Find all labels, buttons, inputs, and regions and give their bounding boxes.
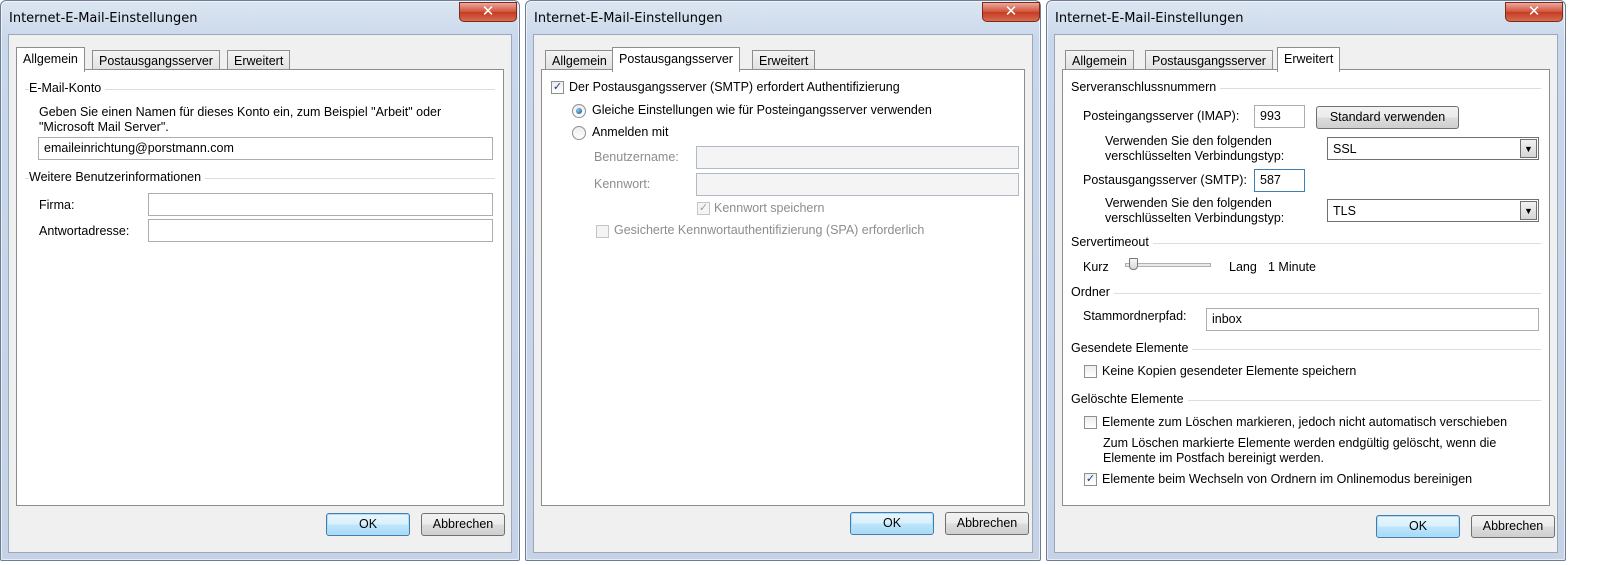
group-title-deleted-items: Gelöschte Elemente — [1071, 392, 1188, 406]
tab-panel-advanced: Serveranschlussnummern Posteingangsserve… — [1062, 69, 1550, 506]
title-bar[interactable]: Internet-E-Mail-Einstellungen ✕ — [1047, 1, 1565, 35]
ok-button[interactable]: OK — [850, 512, 934, 535]
tab-outgoing-server[interactable]: Postausgangsserver — [1145, 50, 1273, 71]
group-title-server-ports: Serveranschlussnummern — [1071, 80, 1221, 94]
group-title-folders: Ordner — [1071, 285, 1114, 299]
smtp-auth-checkbox[interactable]: ✓ — [551, 81, 564, 94]
mark-delete-note: Zum Löschen markierte Elemente werden en… — [1103, 436, 1497, 465]
root-folder-label: Stammordnerpfad: — [1083, 309, 1187, 323]
timeout-slider-track[interactable] — [1125, 263, 1211, 267]
root-folder-input[interactable]: inbox — [1206, 308, 1539, 331]
ok-button[interactable]: OK — [326, 513, 410, 536]
mark-delete-label[interactable]: Elemente zum Löschen markieren, jedoch n… — [1102, 415, 1507, 429]
title-bar[interactable]: Internet-E-Mail-Einstellungen ✕ — [526, 1, 1040, 35]
timeout-value: 1 Minute — [1268, 260, 1316, 274]
smtp-port-label: Postausgangsserver (SMTP): — [1083, 173, 1247, 187]
smtp-encryption-select[interactable]: TLS ▼ — [1327, 199, 1539, 222]
chevron-down-icon[interactable]: ▼ — [1520, 201, 1537, 220]
purge-online-label[interactable]: Elemente beim Wechseln von Ordnern im On… — [1102, 472, 1472, 486]
smtp-encryption-label: Verwenden Sie den folgenden verschlüssel… — [1105, 196, 1285, 225]
close-icon[interactable]: ✕ — [459, 2, 517, 22]
tab-general[interactable]: Allgemein — [16, 47, 85, 72]
tab-outgoing-server[interactable]: Postausgangsserver — [612, 47, 740, 72]
spa-checkbox[interactable] — [596, 225, 609, 238]
tab-panel-outgoing-server: ✓ Der Postausgangsserver (SMTP) erforder… — [541, 69, 1025, 506]
use-default-button[interactable]: Standard verwenden — [1316, 106, 1459, 129]
company-input[interactable] — [148, 193, 493, 216]
imap-port-input[interactable]: 993 — [1254, 105, 1305, 128]
dialog-outgoing-server: Internet-E-Mail-Einstellungen ✕ Allgemei… — [525, 0, 1041, 561]
group-divider — [1071, 293, 1541, 294]
account-name-input[interactable]: emaileinrichtung@porstmann.com — [38, 137, 493, 160]
imap-encryption-value: SSL — [1333, 142, 1357, 156]
reply-address-input[interactable] — [148, 219, 493, 242]
group-title-sent-items: Gesendete Elemente — [1071, 341, 1193, 355]
ok-button[interactable]: OK — [1376, 515, 1460, 538]
dialog-client-area: Allgemein Postausgangsserver Erweitert E… — [8, 34, 512, 553]
no-sent-copies-label[interactable]: Keine Kopien gesendeter Elemente speiche… — [1102, 364, 1356, 378]
chevron-down-icon[interactable]: ▼ — [1520, 139, 1537, 158]
password-input[interactable] — [696, 173, 1019, 196]
group-title-user-info: Weitere Benutzerinformationen — [29, 170, 206, 184]
same-settings-label[interactable]: Gleiche Einstellungen wie für Posteingan… — [592, 103, 932, 117]
reply-address-label: Antwortadresse: — [39, 224, 130, 238]
timeout-slider-thumb[interactable] — [1128, 258, 1138, 270]
tab-general[interactable]: Allgemein — [1065, 50, 1134, 71]
tab-outgoing-server[interactable]: Postausgangsserver — [92, 50, 220, 71]
imap-encryption-label: Verwenden Sie den folgenden verschlüssel… — [1105, 134, 1285, 163]
close-icon[interactable]: ✕ — [1505, 2, 1563, 22]
cancel-button[interactable]: Abbrechen — [1471, 515, 1555, 538]
account-description: Geben Sie einen Namen für dieses Konto e… — [39, 105, 442, 134]
smtp-port-input[interactable]: 587 — [1254, 169, 1305, 192]
tab-general[interactable]: Allgemein — [545, 50, 614, 71]
spa-label[interactable]: Gesicherte Kennwortauthentifizierung (SP… — [614, 223, 924, 237]
no-sent-copies-checkbox[interactable] — [1084, 365, 1097, 378]
mark-delete-checkbox[interactable] — [1084, 416, 1097, 429]
smtp-encryption-value: TLS — [1333, 204, 1356, 218]
username-label: Benutzername: — [594, 150, 679, 164]
remember-password-checkbox[interactable]: ✓ — [697, 202, 710, 215]
imap-encryption-select[interactable]: SSL ▼ — [1327, 137, 1539, 160]
smtp-auth-label[interactable]: Der Postausgangsserver (SMTP) erfordert … — [569, 80, 900, 94]
remember-password-label[interactable]: Kennwort speichern — [714, 201, 824, 215]
username-input[interactable] — [696, 146, 1019, 169]
login-with-radio[interactable] — [572, 126, 586, 140]
login-with-label[interactable]: Anmelden mit — [592, 125, 668, 139]
purge-online-checkbox[interactable]: ✓ — [1084, 473, 1097, 486]
title-bar[interactable]: Internet-E-Mail-Einstellungen ✕ — [1, 1, 519, 35]
tab-advanced[interactable]: Erweitert — [227, 50, 291, 71]
dialog-client-area: Allgemein Postausgangsserver Erweitert S… — [1054, 34, 1558, 553]
tab-panel-general: E-Mail-Konto Geben Sie einen Namen für d… — [16, 69, 504, 506]
window-title: Internet-E-Mail-Einstellungen — [1055, 11, 1244, 26]
close-icon[interactable]: ✕ — [982, 2, 1040, 22]
cancel-button[interactable]: Abbrechen — [421, 513, 505, 536]
same-settings-radio[interactable] — [572, 104, 586, 118]
dialog-client-area: Allgemein Postausgangsserver Erweitert ✓… — [533, 34, 1033, 553]
window-title: Internet-E-Mail-Einstellungen — [9, 11, 198, 26]
group-title-email-account: E-Mail-Konto — [29, 81, 106, 95]
timeout-short-label: Kurz — [1083, 260, 1109, 274]
company-label: Firma: — [39, 198, 75, 212]
dialog-advanced: Internet-E-Mail-Einstellungen ✕ Allgemei… — [1046, 0, 1566, 561]
tab-advanced[interactable]: Erweitert — [752, 50, 816, 71]
password-label: Kennwort: — [594, 177, 651, 191]
tab-advanced[interactable]: Erweitert — [1277, 47, 1341, 72]
timeout-long-label: Lang — [1229, 260, 1257, 274]
dialog-general: Internet-E-Mail-Einstellungen ✕ Allgemei… — [0, 0, 520, 561]
group-title-server-timeout: Servertimeout — [1071, 235, 1153, 249]
imap-port-label: Posteingangsserver (IMAP): — [1083, 109, 1240, 123]
window-title: Internet-E-Mail-Einstellungen — [534, 11, 723, 26]
cancel-button[interactable]: Abbrechen — [945, 512, 1029, 535]
